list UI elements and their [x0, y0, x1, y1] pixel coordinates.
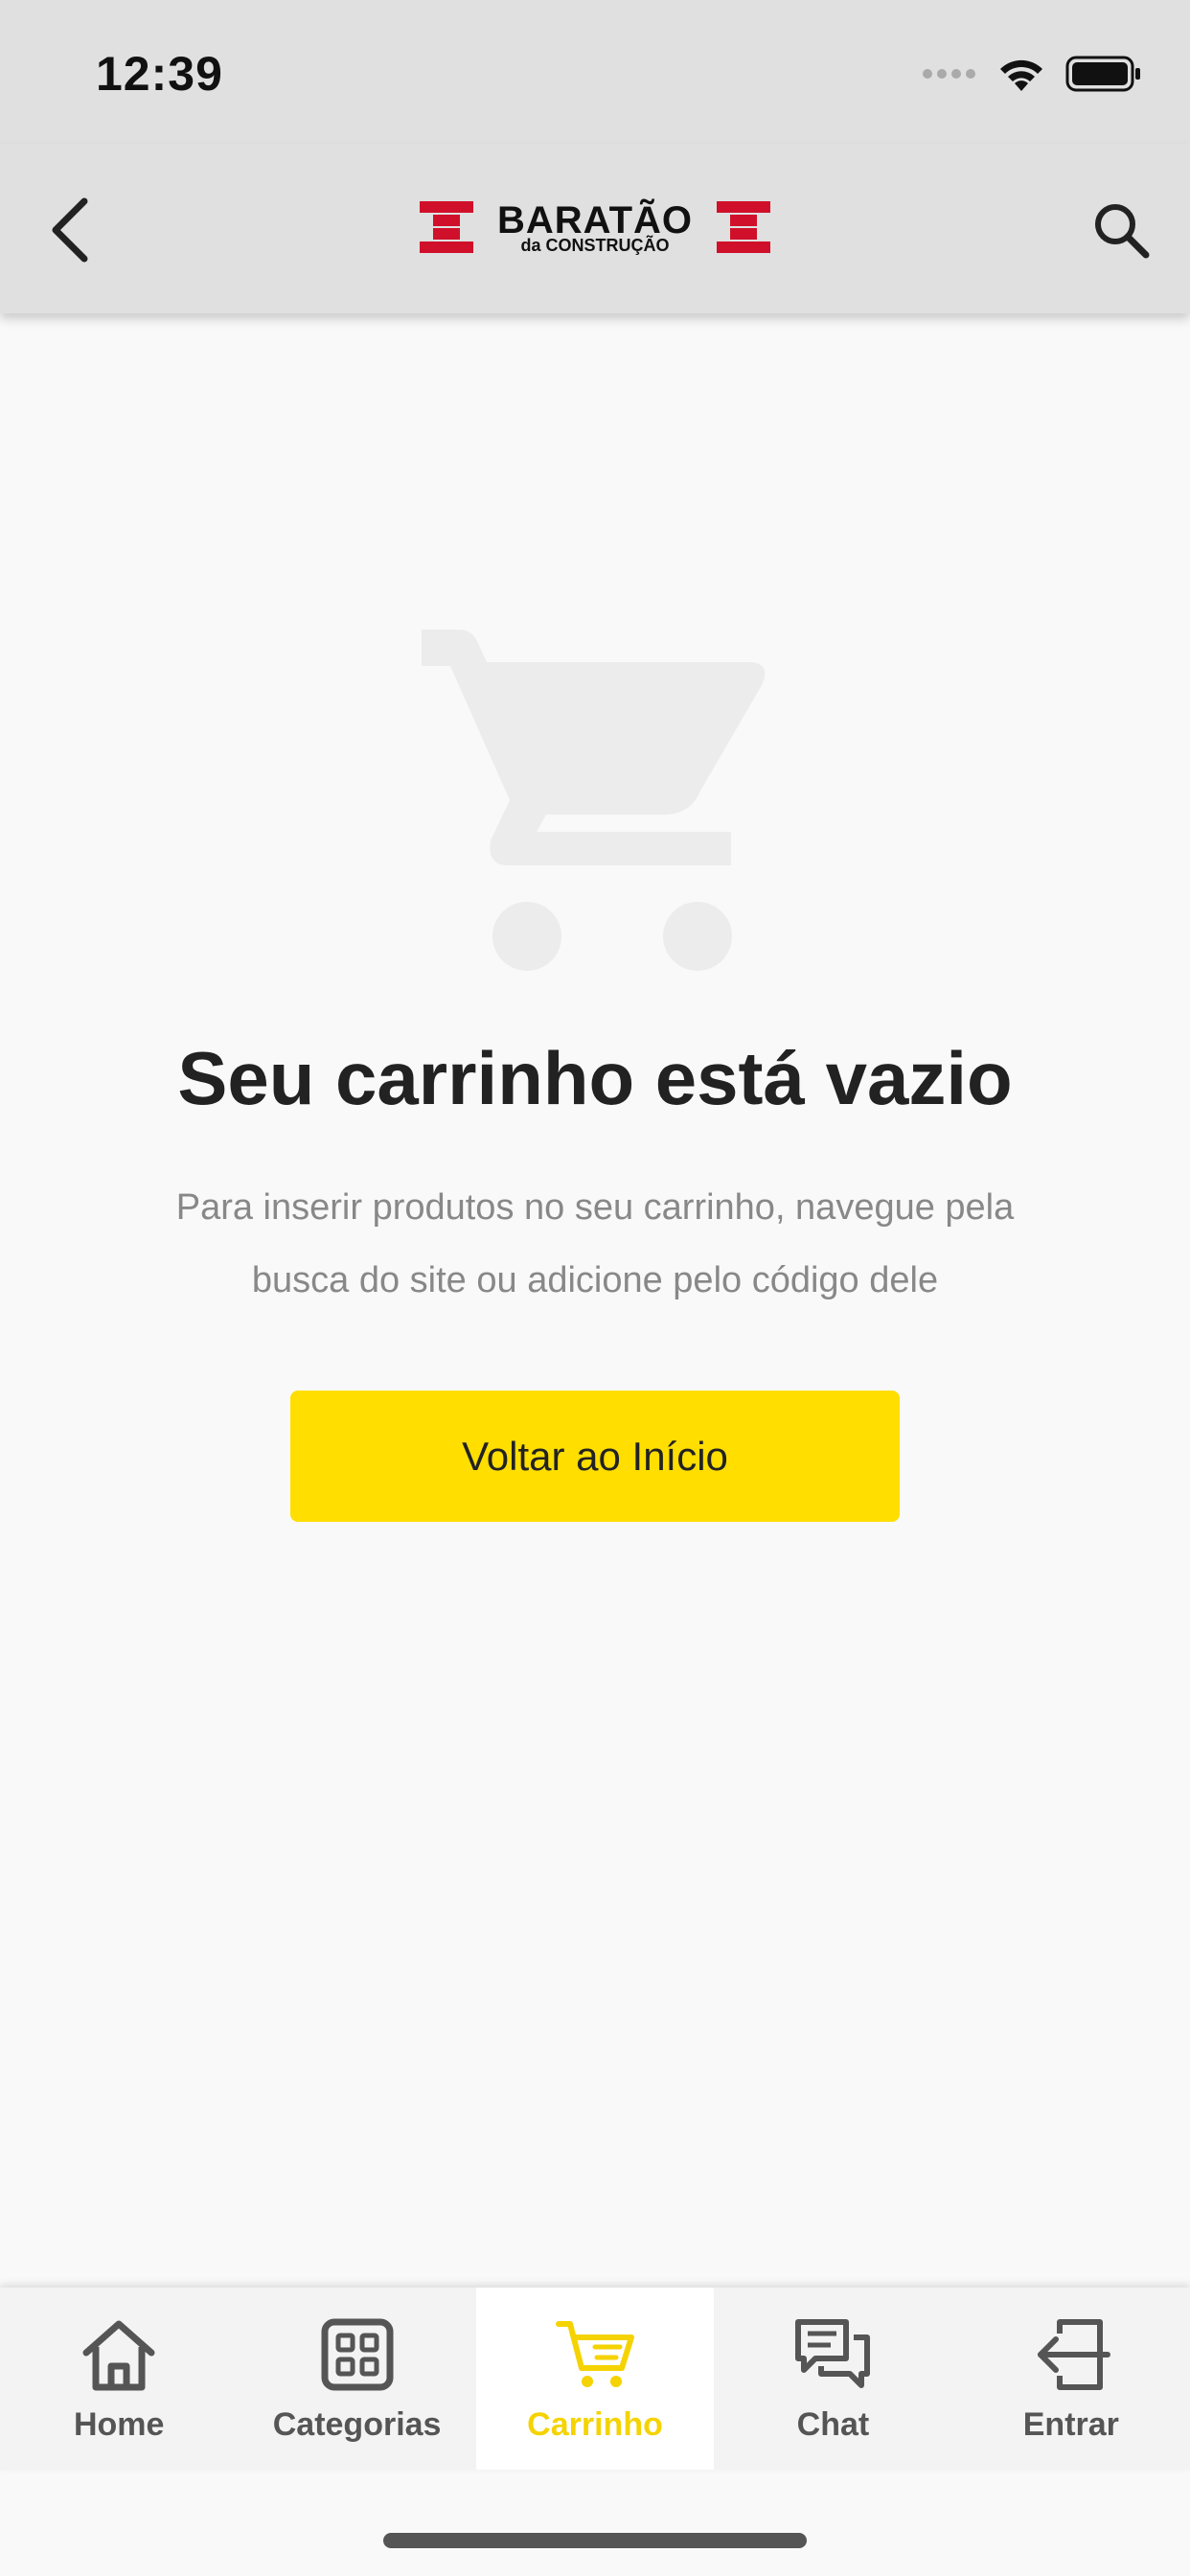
status-icons: [922, 50, 1142, 98]
grid-icon: [321, 2318, 394, 2390]
chevron-left-icon: [52, 197, 88, 263]
home-indicator: [383, 2533, 807, 2548]
battery-icon: [1065, 56, 1140, 92]
tab-label: Home: [73, 2405, 165, 2443]
tab-label: Carrinho: [527, 2405, 663, 2443]
search-button[interactable]: [1088, 197, 1156, 264]
status-bar: 12:39: [0, 0, 1190, 144]
logo-subtext: da CONSTRUÇÃO: [520, 236, 670, 255]
wifi-icon: [1000, 59, 1042, 91]
tab-carrinho[interactable]: Carrinho: [475, 2288, 715, 2470]
chat-icon: [795, 2318, 871, 2388]
home-icon: [82, 2320, 155, 2390]
back-button[interactable]: [38, 192, 105, 268]
search-icon: [1095, 204, 1150, 259]
shopping-cart-icon: [422, 630, 766, 971]
tab-label: Entrar: [1022, 2405, 1119, 2443]
bottom-tab-bar: Home Categorias Carrinho Chat Entrar: [0, 2288, 1190, 2470]
tab-chat[interactable]: Chat: [714, 2288, 951, 2470]
brick-logo-mark-left: [420, 201, 473, 253]
empty-cart-title: Seu carrinho está vazio: [177, 1036, 1013, 1120]
login-icon: [1037, 2318, 1110, 2390]
brick-logo-mark-right: [717, 201, 770, 253]
tab-home[interactable]: Home: [0, 2288, 238, 2470]
tab-label: Categorias: [272, 2405, 442, 2443]
tab-entrar[interactable]: Entrar: [952, 2288, 1190, 2470]
status-time: 12:39: [96, 47, 223, 101]
back-to-home-button[interactable]: Voltar ao Início: [290, 1391, 900, 1522]
tab-label: Chat: [796, 2405, 870, 2443]
signal-icon: [923, 69, 975, 79]
tab-categorias[interactable]: Categorias: [238, 2288, 475, 2470]
app-header: BARATÃO da CONSTRUÇÃO: [0, 144, 1190, 313]
empty-cart-description: Para inserir produtos no seu carrinho, n…: [175, 1187, 1015, 1300]
brand-logo: BARATÃO da CONSTRUÇÃO: [420, 199, 770, 257]
cart-icon: [556, 2320, 635, 2387]
